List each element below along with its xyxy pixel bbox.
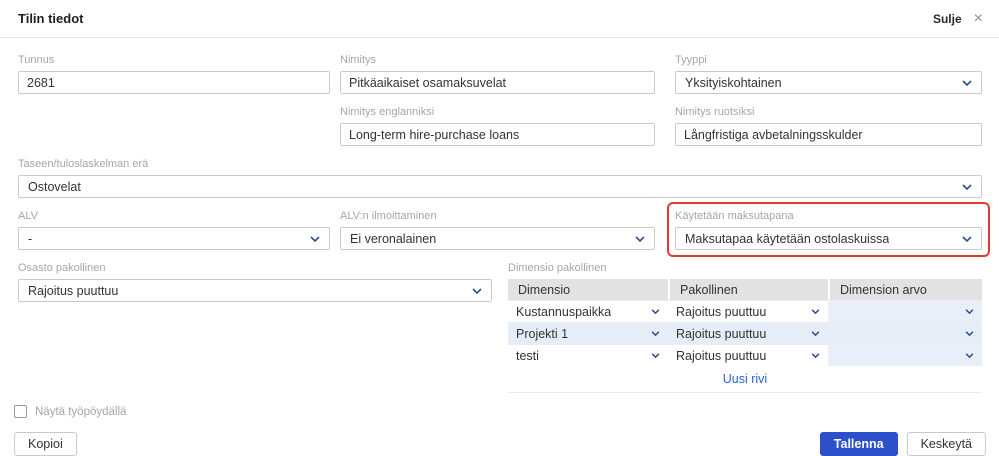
nimitys-en-label: Nimitys englanniksi xyxy=(340,106,655,118)
tase-era-select-value: Ostovelat xyxy=(28,180,81,194)
chevron-down-icon xyxy=(811,331,820,336)
alv-ilmoittaminen-label: ALV:n ilmoittaminen xyxy=(340,210,655,222)
table-row: Kustannuspaikka Rajoitus puuttuu xyxy=(508,300,982,322)
cancel-button[interactable]: Keskeytä xyxy=(907,432,986,456)
chevron-down-icon xyxy=(965,309,974,314)
dimensio-cell-select[interactable]: Kustannuspaikka xyxy=(508,301,668,322)
close-icon[interactable]: × xyxy=(974,11,983,27)
tase-era-label: Taseen/tuloslaskelman erä xyxy=(18,158,982,170)
tyyppi-label: Tyyppi xyxy=(675,54,982,66)
alv-label: ALV xyxy=(18,210,330,222)
dimension-arvo-cell-select[interactable] xyxy=(828,323,982,344)
table-row: testi Rajoitus puuttuu xyxy=(508,344,982,366)
form-row-3: Taseen/tuloslaskelman erä Ostovelat xyxy=(18,158,982,198)
chevron-down-icon xyxy=(651,353,660,358)
chevron-down-icon xyxy=(811,309,820,314)
chevron-down-icon xyxy=(310,236,320,242)
tunnus-label: Tunnus xyxy=(18,54,330,66)
nimitys-en-input[interactable] xyxy=(340,123,655,146)
chevron-down-icon xyxy=(962,184,972,190)
pakollinen-cell-select[interactable]: Rajoitus puuttuu xyxy=(668,323,828,344)
account-details-dialog: Tilin tiedot Sulje × Tunnus Nimitys Tyyp… xyxy=(0,0,999,456)
nimitys-sv-input[interactable] xyxy=(675,123,982,146)
show-on-desktop-label: Näytä työpöydällä xyxy=(35,406,126,418)
dimension-arvo-cell-select[interactable] xyxy=(828,345,982,366)
dimension-table: Dimensio Pakollinen Dimension arvo Kusta… xyxy=(508,279,982,393)
dimension-arvo-cell-select[interactable] xyxy=(828,301,982,322)
pakollinen-value: Rajoitus puuttuu xyxy=(676,349,766,363)
tunnus-input[interactable] xyxy=(18,71,330,94)
copy-button[interactable]: Kopioi xyxy=(14,432,77,456)
nimitys-input[interactable] xyxy=(340,71,655,94)
osasto-select[interactable]: Rajoitus puuttuu xyxy=(18,279,492,302)
chevron-down-icon xyxy=(651,331,660,336)
save-button[interactable]: Tallenna xyxy=(820,432,898,456)
nimitys-sv-label: Nimitys ruotsiksi xyxy=(675,106,982,118)
nimitys-label: Nimitys xyxy=(340,54,655,66)
dimensio-value: Projekti 1 xyxy=(516,327,568,341)
pakollinen-cell-select[interactable]: Rajoitus puuttuu xyxy=(668,345,828,366)
dimension-table-header: Dimensio Pakollinen Dimension arvo xyxy=(508,279,982,300)
field-nimitys-sv: Nimitys ruotsiksi xyxy=(675,106,982,146)
header-dimension-arvo: Dimension arvo xyxy=(828,279,982,300)
field-osasto: Osasto pakollinen Rajoitus puuttuu xyxy=(18,262,492,393)
footer-right-group: Tallenna Keskeytä xyxy=(820,432,986,456)
field-alv: ALV - xyxy=(18,210,330,250)
dialog-title: Tilin tiedot xyxy=(18,11,83,26)
show-on-desktop-row: Näytä työpöydällä xyxy=(14,405,982,418)
close-button[interactable]: Sulje × xyxy=(933,11,983,27)
field-maksutapa: Käytetään maksutapana Maksutapaa käytetä… xyxy=(675,210,982,250)
new-row-link[interactable]: Uusi rivi xyxy=(508,366,982,392)
maksutapa-select-value: Maksutapaa käytetään ostolaskuissa xyxy=(685,232,889,246)
tyyppi-select[interactable]: Yksityiskohtainen xyxy=(675,71,982,94)
pakollinen-cell-select[interactable]: Rajoitus puuttuu xyxy=(668,301,828,322)
maksutapa-select[interactable]: Maksutapaa käytetään ostolaskuissa xyxy=(675,227,982,250)
form-row-4: ALV - ALV:n ilmoittaminen Ei veronalaine… xyxy=(18,210,982,250)
pakollinen-value: Rajoitus puuttuu xyxy=(676,327,766,341)
osasto-label: Osasto pakollinen xyxy=(18,262,492,274)
dimension-table-label: Dimensio pakollinen xyxy=(508,262,982,274)
table-row: Projekti 1 Rajoitus puuttuu xyxy=(508,322,982,344)
field-nimitys-en: Nimitys englanniksi xyxy=(340,106,655,146)
form-row-5: Osasto pakollinen Rajoitus puuttuu Dimen… xyxy=(18,262,982,393)
header-dimensio: Dimensio xyxy=(508,279,668,300)
header-pakollinen: Pakollinen xyxy=(668,279,828,300)
chevron-down-icon xyxy=(472,288,482,294)
chevron-down-icon xyxy=(962,236,972,242)
chevron-down-icon xyxy=(962,80,972,86)
close-button-label[interactable]: Sulje xyxy=(933,12,962,26)
maksutapa-label: Käytetään maksutapana xyxy=(675,210,982,222)
field-tase-era: Taseen/tuloslaskelman erä Ostovelat xyxy=(18,158,982,198)
chevron-down-icon xyxy=(635,236,645,242)
alv-select-value: - xyxy=(28,232,32,246)
tyyppi-select-value: Yksityiskohtainen xyxy=(685,76,782,90)
dimensio-value: Kustannuspaikka xyxy=(516,305,611,319)
form-row-1: Tunnus Nimitys Tyyppi Yksityiskohtainen xyxy=(18,54,982,94)
form-row-2: Nimitys englanniksi Nimitys ruotsiksi xyxy=(18,106,982,146)
alv-select[interactable]: - xyxy=(18,227,330,250)
tase-era-select[interactable]: Ostovelat xyxy=(18,175,982,198)
osasto-select-value: Rajoitus puuttuu xyxy=(28,284,118,298)
dimension-section: Dimensio pakollinen Dimensio Pakollinen … xyxy=(508,262,982,393)
dialog-body: Tunnus Nimitys Tyyppi Yksityiskohtainen xyxy=(0,38,999,456)
chevron-down-icon xyxy=(651,309,660,314)
field-nimitys: Nimitys xyxy=(340,54,655,94)
dimensio-value: testi xyxy=(516,349,539,363)
chevron-down-icon xyxy=(965,353,974,358)
spacer xyxy=(18,106,330,146)
dimensio-cell-select[interactable]: testi xyxy=(508,345,668,366)
field-tyyppi: Tyyppi Yksityiskohtainen xyxy=(675,54,982,94)
pakollinen-value: Rajoitus puuttuu xyxy=(676,305,766,319)
dimensio-cell-select[interactable]: Projekti 1 xyxy=(508,323,668,344)
alv-ilmoittaminen-select-value: Ei veronalainen xyxy=(350,232,436,246)
dialog-footer: Kopioi Tallenna Keskeytä xyxy=(14,432,986,456)
chevron-down-icon xyxy=(965,331,974,336)
chevron-down-icon xyxy=(811,353,820,358)
alv-ilmoittaminen-select[interactable]: Ei veronalainen xyxy=(340,227,655,250)
field-tunnus: Tunnus xyxy=(18,54,330,94)
field-alv-ilmoittaminen: ALV:n ilmoittaminen Ei veronalainen xyxy=(340,210,655,250)
dialog-header: Tilin tiedot Sulje × xyxy=(0,0,999,38)
show-on-desktop-checkbox[interactable] xyxy=(14,405,27,418)
